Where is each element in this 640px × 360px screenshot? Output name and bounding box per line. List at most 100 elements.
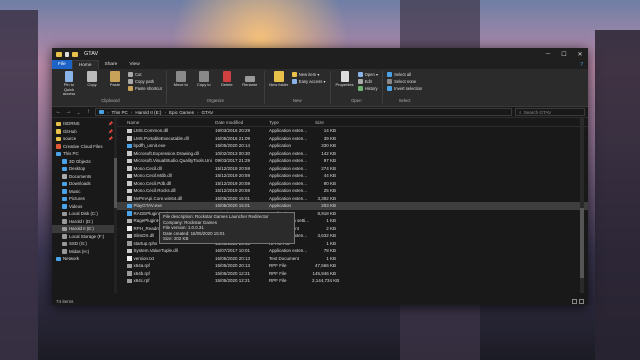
new-folder-button[interactable]: New folder: [269, 71, 289, 98]
nav-item[interactable]: Documents: [52, 173, 115, 181]
column-header-type[interactable]: Type: [266, 120, 312, 125]
file-row[interactable]: Mono.Cecil.Rocks.dll 15/12/2019 20:59 Appl…: [115, 187, 588, 195]
breadcrumb-epic-games[interactable]: Epic Games: [169, 110, 194, 115]
forward-arrow-icon[interactable]: →: [65, 109, 72, 115]
details-view-icon[interactable]: [572, 298, 577, 304]
rename-button[interactable]: Rename: [240, 71, 260, 98]
column-header-size[interactable]: Size: [312, 120, 339, 125]
file-row[interactable]: NvPmApi.Core.win64.dll 15/05/2020 15:01 Ap…: [115, 195, 588, 203]
search-input[interactable]: ⌕ Search GTAV: [515, 108, 585, 116]
tab-view[interactable]: View: [123, 60, 145, 69]
cut-button[interactable]: Cut: [128, 71, 162, 77]
column-header-date[interactable]: Date modified: [212, 120, 266, 125]
select-all-button[interactable]: Select all: [387, 71, 422, 77]
nav-item[interactable]: Harold II (E:): [52, 225, 115, 233]
file-row[interactable]: System.ValueTuple.dll 16/07/2017 10:01 App…: [115, 247, 588, 255]
copy-path-icon: [128, 78, 133, 84]
file-row[interactable]: Microsoft.VisualStudio.QualityTools.Unit…: [115, 157, 588, 165]
breadcrumb[interactable]: › This PC › Harold II (E:) › Epic Games …: [95, 108, 512, 116]
nav-item[interactable]: Midas (H:): [52, 248, 115, 256]
easy-access-button[interactable]: Easy access ▾: [291, 78, 326, 84]
file-name: x64b.rpf: [133, 270, 150, 276]
large-icons-view-icon[interactable]: [579, 298, 584, 304]
invert-selection-button[interactable]: Invert selection: [387, 85, 422, 91]
file-icon: [127, 188, 132, 193]
invert-selection-icon: [387, 85, 393, 91]
file-row[interactable]: LMS.Common.dll 19/03/2016 20:29 Applicatio…: [115, 127, 588, 135]
nav-item[interactable]: Downloads: [52, 180, 115, 188]
nav-item[interactable]: 3D Objects: [52, 158, 115, 166]
file-row[interactable]: bpdfh_unnit.exe 15/05/2020 20:14 Applicati…: [115, 142, 588, 150]
file-row[interactable]: Mono.Cecil.dll 15/12/2019 20:59 Applicatio…: [115, 165, 588, 173]
nav-item[interactable]: Harold I (D:): [52, 218, 115, 226]
file-list-scrollbar[interactable]: [580, 118, 584, 293]
properties-button[interactable]: Properties: [335, 71, 355, 98]
nav-item-label: Music: [69, 188, 81, 194]
edit-button[interactable]: Edit: [357, 78, 379, 84]
tab-home[interactable]: Home: [71, 60, 99, 69]
select-none-button[interactable]: Select none: [387, 78, 422, 84]
recent-dropdown-icon[interactable]: ⌄: [75, 110, 82, 115]
quick-access-new-folder-icon[interactable]: [72, 51, 78, 57]
file-type-cell: Application: [269, 143, 292, 149]
nav-item-icon: [62, 241, 67, 246]
back-arrow-icon[interactable]: ←: [55, 109, 62, 115]
file-row[interactable]: version.txt 15/05/2020 20:13 Text Document…: [115, 255, 588, 263]
nav-item[interactable]: This PC: [52, 150, 115, 158]
delete-button[interactable]: Delete: [217, 71, 237, 98]
file-name: LMS.Common.dll: [133, 128, 169, 134]
file-icon: [127, 196, 132, 201]
tab-share[interactable]: Share: [99, 60, 124, 69]
copy-path-button[interactable]: Copy path: [128, 78, 162, 84]
maximize-button[interactable]: ☐: [556, 51, 572, 58]
file-list-scrollbar-thumb[interactable]: [580, 208, 584, 278]
minimize-button[interactable]: ─: [540, 51, 556, 58]
nav-item[interactable]: Local Disk (C:): [52, 210, 115, 218]
nav-item[interactable]: Local Storage (F:): [52, 233, 115, 241]
new-item-button[interactable]: New item ▾: [291, 71, 326, 77]
file-date-cell: 15/05/2016 21:09: [215, 135, 251, 141]
help-icon[interactable]: ?: [580, 62, 588, 68]
nav-item-icon: [56, 256, 61, 261]
breadcrumb-this-pc[interactable]: This PC: [112, 110, 128, 115]
file-row[interactable]: Microsoft.Expression.Drawing.dll 10/02/20…: [115, 150, 588, 158]
file-name: Microsoft.Expression.Drawing.dll: [133, 150, 199, 156]
file-row[interactable]: x64b.rpf 15/05/2020 12:21 RPF File 145,946 …: [115, 270, 588, 278]
nav-item-label: Harold II (E:): [69, 226, 94, 232]
breadcrumb-drive[interactable]: Harold II (E:): [135, 110, 161, 115]
up-arrow-icon[interactable]: ↑: [85, 109, 92, 115]
nav-item[interactable]: GitHub 📌: [52, 128, 115, 136]
breadcrumb-gtav[interactable]: GTAV: [202, 110, 214, 115]
move-to-button[interactable]: Move to: [171, 71, 191, 98]
column-header-name[interactable]: Name: [115, 120, 212, 125]
file-row[interactable]: LMS.PortableExecutable.dll 15/05/2016 21:…: [115, 135, 588, 143]
nav-item[interactable]: Videos: [52, 203, 115, 211]
tab-file[interactable]: File: [52, 60, 72, 69]
file-row[interactable]: PlayGTAV.exe 15/05/2020 15:01 Application 2…: [115, 202, 588, 210]
paste-button[interactable]: Paste: [105, 71, 125, 98]
file-row[interactable]: x64c.rpf 15/05/2020 12:21 RPF File 2,144,73…: [115, 277, 588, 285]
nav-pane-scrollbar-thumb[interactable]: [114, 158, 117, 208]
nav-item[interactable]: Network: [52, 255, 115, 263]
file-row[interactable]: Mono.Cecil.Pdb.dll 15/12/2019 20:59 Applic…: [115, 180, 588, 188]
file-size-cell: 3,392 KB: [317, 195, 336, 201]
nav-item[interactable]: Creative Cloud Files: [52, 143, 115, 151]
nav-item[interactable]: source 📌: [52, 135, 115, 143]
nav-pane-scrollbar[interactable]: [114, 118, 117, 293]
open-button[interactable]: Open ▾: [357, 71, 378, 77]
copy-to-button[interactable]: Copy to: [194, 71, 214, 98]
pin-to-quick-access-button[interactable]: Pin to Quick access: [59, 71, 79, 98]
nav-item[interactable]: Music: [52, 188, 115, 196]
history-button[interactable]: History: [357, 85, 379, 91]
nav-item-icon: [62, 166, 67, 171]
nav-item[interactable]: Desktop: [52, 165, 115, 173]
file-row[interactable]: Mono.Cecil.Mdb.dll 15/12/2019 20:59 Applic…: [115, 172, 588, 180]
nav-item[interactable]: ISDRNS 📌: [52, 120, 115, 128]
nav-item[interactable]: SSD (G:): [52, 240, 115, 248]
close-button[interactable]: ✕: [572, 51, 588, 58]
nav-item[interactable]: Pictures: [52, 195, 115, 203]
copy-button[interactable]: Copy: [82, 71, 102, 98]
file-row[interactable]: x64a.rpf 15/05/2020 20:13 RPF File 47,566 K…: [115, 262, 588, 270]
paste-shortcut-button[interactable]: Paste shortcut: [128, 85, 162, 91]
quick-access-properties-icon[interactable]: [65, 51, 69, 57]
